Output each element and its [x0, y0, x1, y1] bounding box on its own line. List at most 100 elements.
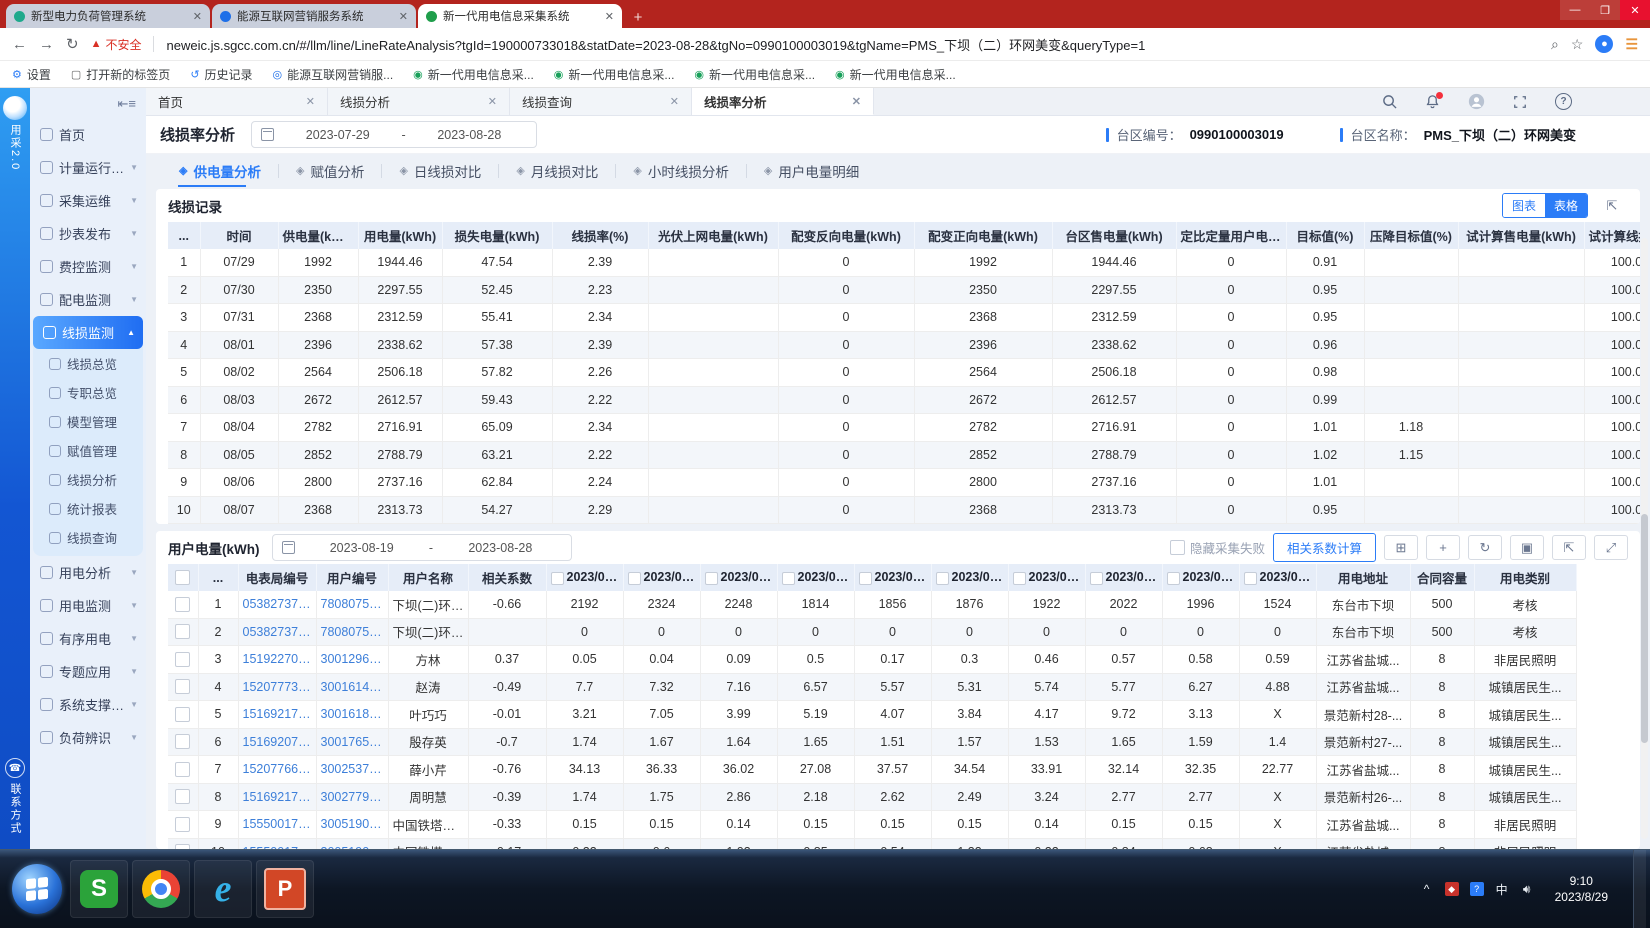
table-row[interactable]: 815169217763002779942周明慧-0.391.741.752.8… [168, 783, 1576, 811]
browser-tab[interactable]: 新型电力负荷管理系统✕ [6, 4, 210, 28]
back-icon[interactable]: ← [12, 36, 27, 53]
subtab-赋值分析[interactable]: ◈赋值分析 [279, 154, 381, 187]
profile-icon[interactable]: ● [1595, 35, 1613, 53]
tray-volume-icon[interactable]: 🔊︎ [1520, 882, 1534, 897]
user-no-link[interactable]: 3001618089 [316, 701, 388, 729]
workspace-tab-线损查询[interactable]: 线损查询✕ [510, 88, 692, 115]
meter-no-link[interactable]: 1520776609 [238, 756, 316, 784]
bookmark-item[interactable]: ⚙设置 [12, 66, 51, 83]
table-row[interactable]: 105382737787808075272下坝(二)环美变-0.66219223… [168, 591, 1576, 618]
date-column-header[interactable]: 2023/08/22 [777, 564, 854, 591]
start-button[interactable] [12, 864, 62, 914]
date-column-header[interactable]: 2023/08/20 [623, 564, 700, 591]
date-column-header[interactable]: 2023/08/26 [1085, 564, 1162, 591]
table-row[interactable]: 1015550017013005190947中国铁塔股份有...-0.170.2… [168, 838, 1576, 849]
refresh-icon[interactable]: ↻ [66, 35, 79, 53]
notifications-bell-icon[interactable] [1425, 94, 1440, 109]
table-row[interactable]: 107/2919921944.4647.542.39019921944.4600… [168, 249, 1640, 276]
sidebar-item-系统支撑功能[interactable]: 系统支撑功能▼ [30, 688, 146, 721]
row-checkbox[interactable] [168, 618, 198, 646]
sidebar-item-配电监测[interactable]: 配电监测▼ [30, 283, 146, 316]
table-row[interactable]: 205382737787808075272下坝(二)环美变0000000000东… [168, 618, 1576, 646]
date-column-header[interactable]: 2023/08/28 [1239, 564, 1316, 591]
row-checkbox[interactable] [168, 646, 198, 674]
date-column-header[interactable]: 2023/08/19 [546, 564, 623, 591]
browser-tab[interactable]: 新一代用电信息采集系统✕ [418, 4, 622, 28]
tab-close-icon[interactable]: ✕ [488, 95, 497, 108]
table-row[interactable]: 615169207263001765643殷存英-0.71.741.671.64… [168, 728, 1576, 756]
vertical-scrollbar[interactable] [1641, 238, 1648, 839]
sidebar-subitem-线损分析[interactable]: 线损分析 [33, 465, 143, 494]
user-no-link[interactable]: 3002537717 [316, 756, 388, 784]
tab-close-icon[interactable]: ✕ [605, 10, 614, 23]
taskbar-wps[interactable]: S [70, 860, 128, 918]
user-avatar[interactable] [1468, 93, 1485, 110]
user-no-link[interactable]: 3005190947 [316, 838, 388, 849]
table-row[interactable]: 808/0528522788.7963.212.22028522788.7901… [168, 441, 1640, 469]
date-column-header[interactable]: 2023/08/27 [1162, 564, 1239, 591]
sidebar-subitem-线损查询[interactable]: 线损查询 [33, 523, 143, 552]
row-checkbox[interactable] [168, 783, 198, 811]
row-checkbox[interactable] [168, 811, 198, 839]
row-checkbox[interactable] [168, 591, 198, 618]
sidebar-item-抄表发布[interactable]: 抄表发布▼ [30, 217, 146, 250]
bookmark-item[interactable]: ▢打开新的标签页 [71, 66, 170, 83]
row-checkbox[interactable] [168, 756, 198, 784]
subtab-日线损对比[interactable]: ◈日线损对比 [382, 154, 498, 187]
sidebar-item-计量运行监测[interactable]: 计量运行监测▼ [30, 151, 146, 184]
taskbar-ie[interactable]: e [194, 860, 252, 918]
address-input[interactable]: neweic.js.sgcc.com.cn/#/llm/line/LineRat… [166, 35, 1539, 54]
table-row[interactable]: 908/0628002737.1662.842.24028002737.1601… [168, 469, 1640, 497]
select-all-checkbox[interactable] [168, 564, 198, 591]
refresh-table-icon[interactable]: ↻ [1468, 535, 1502, 560]
column-settings-icon[interactable]: ⊞ [1384, 535, 1418, 560]
export-table-icon[interactable]: ⇱ [1552, 535, 1586, 560]
date-column-header[interactable]: 2023/08/24 [931, 564, 1008, 591]
sidebar-collapse-icon[interactable]: ⇤≡ [118, 96, 136, 112]
date-column-header[interactable]: 2023/08/25 [1008, 564, 1085, 591]
sidebar-item-用电监测[interactable]: 用电监测▼ [30, 589, 146, 622]
date-range-picker[interactable]: 2023-07-29 - 2023-08-28 [251, 121, 537, 148]
bookmark-item[interactable]: ◉新一代用电信息采... [694, 66, 815, 83]
bookmark-item[interactable]: ◎能源互联网营销服... [273, 66, 394, 83]
table-row[interactable]: 708/0427822716.9165.092.34027822716.9101… [168, 414, 1640, 442]
tab-close-icon[interactable]: ✕ [193, 10, 202, 23]
table-row[interactable]: 415207773153001614743赵涛-0.497.77.327.166… [168, 673, 1576, 701]
sidebar-item-线损监测[interactable]: 线损监测▲ [33, 316, 143, 349]
meter-no-link[interactable]: 1516921786 [238, 701, 316, 729]
sidebar-item-有序用电[interactable]: 有序用电▼ [30, 622, 146, 655]
new-tab-button[interactable]: + [624, 6, 652, 28]
table-row[interactable]: 408/0123962338.6257.382.39023962338.6200… [168, 331, 1640, 359]
chart-view-button[interactable]: 图表 [1503, 194, 1545, 217]
sidebar-item-费控监测[interactable]: 费控监测▼ [30, 250, 146, 283]
browser-tab[interactable]: 能源互联网营销服务系统✕ [212, 4, 416, 28]
date-start[interactable]: 2023-07-29 [280, 128, 395, 142]
correlation-calc-button[interactable]: 相关系数计算 [1273, 533, 1376, 562]
meter-no-link[interactable]: 1520777315 [238, 673, 316, 701]
row-checkbox[interactable] [168, 838, 198, 849]
zoom-search-icon[interactable]: ⌕ [1551, 36, 1559, 53]
meter-no-link[interactable]: 1516920726 [238, 728, 316, 756]
fullscreen-icon[interactable] [1513, 95, 1527, 109]
table-view-button[interactable]: 表格 [1545, 194, 1587, 217]
user-no-link[interactable]: 3001614743 [316, 673, 388, 701]
show-desktop-button[interactable] [1633, 850, 1646, 928]
close-button[interactable]: ✕ [1620, 0, 1650, 20]
browser-menu-icon[interactable]: ☰ [1625, 36, 1638, 53]
taskbar-chrome[interactable] [132, 860, 190, 918]
sidebar-subitem-专职总览[interactable]: 专职总览 [33, 378, 143, 407]
sidebar-subitem-模型管理[interactable]: 模型管理 [33, 407, 143, 436]
bookmark-item[interactable]: ◉新一代用电信息采... [835, 66, 956, 83]
table-row[interactable]: 508/0225642506.1857.822.26025642506.1800… [168, 359, 1640, 387]
minimize-button[interactable]: — [1560, 0, 1590, 20]
user-date-end[interactable]: 2023-08-28 [439, 541, 561, 555]
contact-button[interactable]: ☎ 联系方式 [5, 758, 25, 849]
bookmark-item[interactable]: ↺历史记录 [190, 66, 252, 83]
subtab-供电量分析[interactable]: ◈供电量分析 [162, 154, 278, 187]
security-warning[interactable]: ▲不安全 [91, 36, 142, 53]
user-no-link[interactable]: 3005190946 [316, 811, 388, 839]
sidebar-item-用电分析[interactable]: 用电分析▼ [30, 556, 146, 589]
table-row[interactable]: 207/3023502297.5552.452.23023502297.5500… [168, 276, 1640, 304]
forward-icon[interactable]: → [39, 36, 54, 53]
date-end[interactable]: 2023-08-28 [412, 128, 527, 142]
